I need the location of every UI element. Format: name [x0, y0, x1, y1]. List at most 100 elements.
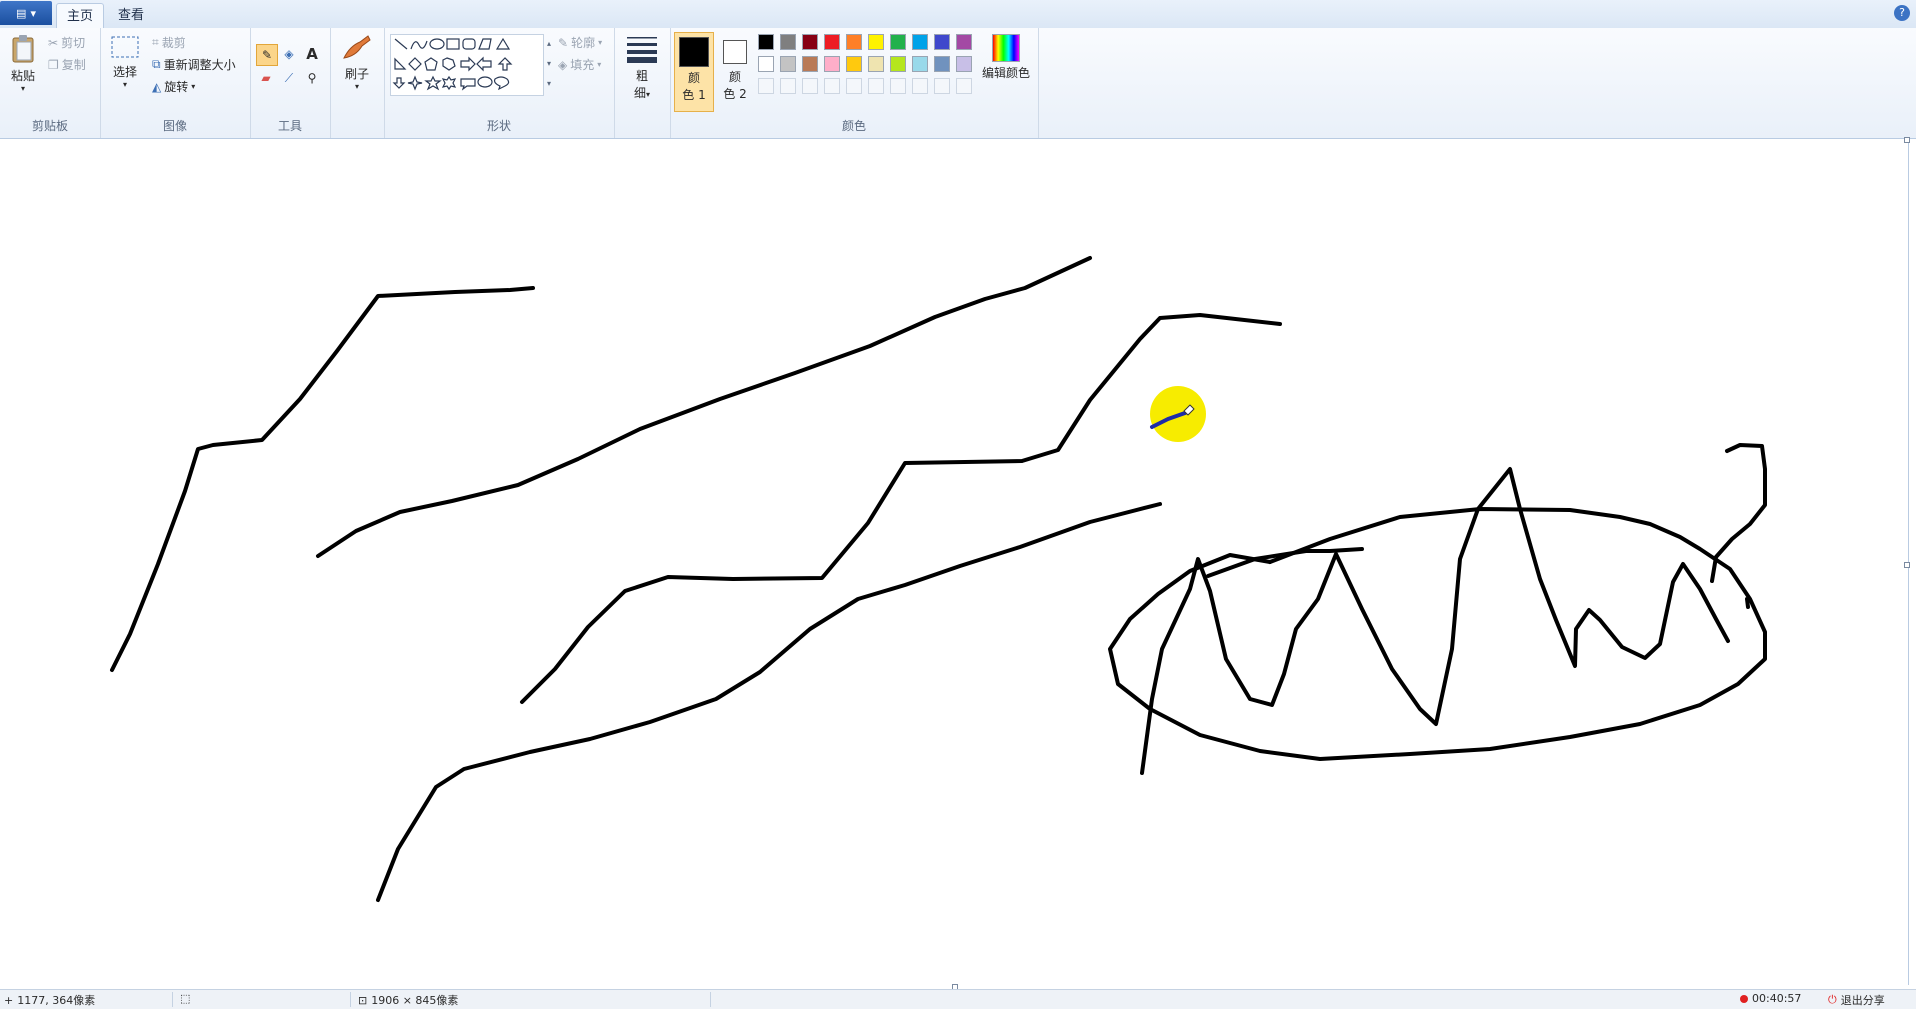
image-group-label: 图像 [162, 119, 187, 133]
color-swatch[interactable] [912, 34, 928, 50]
color-swatch[interactable] [912, 56, 928, 72]
size-label-line1: 粗 [635, 69, 648, 83]
color-swatch[interactable] [868, 34, 884, 50]
fill-bucket-icon[interactable]: ◈ [279, 44, 299, 64]
outline-icon: ✎ [558, 35, 569, 50]
divider [172, 992, 173, 1007]
paste-button[interactable]: 粘贴 ▾ [8, 34, 38, 93]
brushes-button[interactable]: 刷子 ▾ [338, 32, 376, 91]
stroke-1 [110, 286, 535, 672]
color-swatch[interactable] [890, 34, 906, 50]
divider [710, 992, 711, 1007]
color1-swatch [679, 37, 709, 67]
paste-icon [12, 35, 34, 63]
line-width-icon [627, 37, 657, 63]
resize-button[interactable]: ⧉ 重新调整大小 [152, 56, 236, 73]
color-swatch[interactable] [824, 34, 840, 50]
tools-group-label: 工具 [277, 119, 302, 133]
custom-color-slot[interactable] [868, 78, 884, 94]
color-swatch[interactable] [802, 34, 818, 50]
help-icon[interactable]: ? [1894, 5, 1910, 21]
color-swatch[interactable] [934, 56, 950, 72]
chevron-down-icon: ▾ [20, 84, 25, 93]
color-swatch[interactable] [824, 56, 840, 72]
outline-button[interactable]: ✎ 轮廓 ▾ [558, 34, 602, 51]
fill-label: 填充 [570, 58, 595, 72]
resize-icon: ⧉ [152, 57, 161, 71]
exit-share-button[interactable]: ⏻ 退出分享 [1828, 992, 1885, 1008]
stroke-2 [316, 256, 1092, 558]
stroke-4 [376, 502, 1162, 902]
crop-button[interactable]: ⌗ 裁剪 [152, 34, 186, 51]
color-swatch[interactable] [956, 34, 972, 50]
size-button[interactable]: 粗 细▾ [624, 34, 660, 101]
pencil-icon[interactable]: ✎ [256, 44, 278, 66]
color-swatch[interactable] [934, 34, 950, 50]
drawing-strokes [110, 256, 1767, 902]
color-swatch[interactable] [890, 56, 906, 72]
rotate-button[interactable]: ◭ 旋转 ▾ [152, 78, 195, 95]
copy-label: 复制 [61, 58, 86, 72]
canvas-size: ⊡ 1906 × 845像素 [358, 992, 458, 1008]
color-swatch[interactable] [758, 56, 774, 72]
scissors-icon: ✂ [48, 35, 59, 50]
custom-color-slot[interactable] [912, 78, 928, 94]
color-swatch[interactable] [802, 56, 818, 72]
shapes-group: ▴ ▾ ▾ ✎ 轮廓 ▾ ◈ 填充 ▾ 形状 [384, 28, 615, 138]
canvas-resize-handle-right[interactable] [1904, 562, 1910, 568]
color-swatch[interactable] [780, 56, 796, 72]
color2-button[interactable]: 颜 色 2 [716, 32, 754, 110]
cut-label: 剪切 [61, 36, 86, 50]
drawing-canvas[interactable] [0, 139, 1909, 985]
shapes-scroll[interactable]: ▴ ▾ ▾ [544, 34, 554, 94]
shapes-gallery[interactable] [390, 34, 544, 96]
fill-button[interactable]: ◈ 填充 ▾ [558, 56, 601, 73]
color-swatch[interactable] [780, 34, 796, 50]
copy-button[interactable]: ❐ 复制 [48, 56, 86, 73]
color-swatch[interactable] [758, 34, 774, 50]
canvas-size-text: 1906 × 845像素 [371, 994, 459, 1007]
color2-label-line1: 颜 [728, 70, 741, 84]
crosshair-icon: + [4, 993, 14, 1007]
custom-color-slot[interactable] [780, 78, 796, 94]
color-swatch[interactable] [868, 56, 884, 72]
custom-color-slot[interactable] [934, 78, 950, 94]
eraser-icon[interactable]: ▰ [256, 68, 276, 88]
color-picker-icon[interactable]: ⟋ [279, 68, 299, 88]
color-swatch[interactable] [956, 56, 972, 72]
file-menu-button[interactable]: ▤ ▾ [0, 1, 52, 25]
share-timer: 00:40:57 [1740, 992, 1801, 1005]
select-button[interactable]: 选择 ▾ [108, 34, 142, 89]
divider [350, 992, 351, 1007]
shapes-gallery-icons [392, 37, 513, 91]
color2-swatch [723, 40, 747, 64]
text-icon[interactable]: A [302, 44, 322, 64]
custom-color-slot[interactable] [802, 78, 818, 94]
color1-label-line2: 色 1 [682, 88, 706, 102]
colors-group: 颜 色 1 颜 色 2 编辑颜色 颜色 [670, 28, 1039, 138]
custom-color-slot[interactable] [846, 78, 862, 94]
custom-color-slot[interactable] [824, 78, 840, 94]
canvas-resize-handle-corner-top [1904, 137, 1910, 143]
stroke-9 [1745, 597, 1750, 609]
brushes-label: 刷子 [344, 67, 369, 81]
ribbon-tab-bar: ▤ ▾ 主页 查看 ? [0, 0, 1916, 29]
colors-group-label: 颜色 [841, 119, 866, 133]
exit-share-label: 退出分享 [1840, 994, 1885, 1007]
tab-view[interactable]: 查看 [108, 3, 154, 28]
custom-color-slot[interactable] [890, 78, 906, 94]
rotate-label: 旋转 [164, 80, 189, 94]
edit-colors-button[interactable]: 编辑颜色 [978, 32, 1034, 81]
color-wheel-icon [992, 34, 1020, 62]
color1-button[interactable]: 颜 色 1 [674, 32, 714, 112]
chevron-down-icon: ▾ [122, 80, 127, 89]
color-swatch[interactable] [846, 56, 862, 72]
custom-color-slot[interactable] [758, 78, 774, 94]
crop-icon: ⌗ [152, 35, 159, 49]
color-swatch[interactable] [846, 34, 862, 50]
magnifier-icon[interactable]: ⚲ [302, 68, 322, 88]
share-time-text: 00:40:57 [1752, 992, 1802, 1005]
custom-color-slot[interactable] [956, 78, 972, 94]
cut-button[interactable]: ✂ 剪切 [48, 34, 85, 51]
tab-home[interactable]: 主页 [56, 3, 105, 29]
